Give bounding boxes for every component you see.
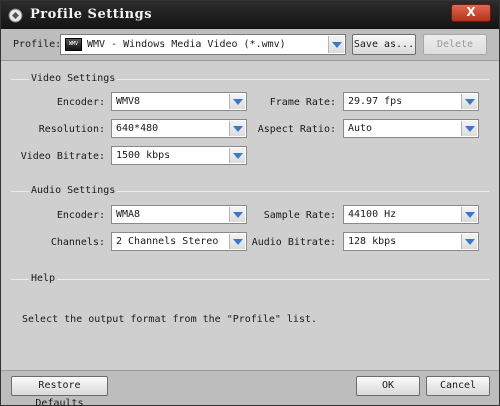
- channels-label: Channels:: [50, 237, 105, 248]
- dialog-footer: Restore Defaults OK Cancel: [1, 370, 499, 406]
- audio-bitrate-dropdown[interactable]: 128 kbps: [343, 232, 479, 251]
- audio-settings-heading: Audio Settings: [29, 185, 118, 196]
- restore-defaults-button[interactable]: Restore Defaults: [11, 376, 108, 406]
- ok-button[interactable]: OK: [356, 376, 420, 396]
- chevron-down-icon[interactable]: [229, 234, 245, 249]
- frame-rate-value: 29.97 fps: [348, 96, 403, 107]
- app-settings-icon: [8, 8, 23, 23]
- chevron-down-icon[interactable]: [229, 94, 245, 109]
- chevron-down-icon[interactable]: [461, 121, 477, 136]
- cancel-button[interactable]: Cancel: [426, 376, 490, 396]
- aspect-ratio-label: Aspect Ratio:: [257, 124, 336, 135]
- chevron-down-icon[interactable]: [229, 207, 245, 222]
- title-bar[interactable]: Profile Settings X: [1, 1, 499, 29]
- profile-value: WMV - Windows Media Video (*.wmv): [87, 39, 286, 50]
- audio-encoder-value: WMA8: [116, 209, 141, 220]
- resolution-value: 640*480: [116, 123, 159, 134]
- resolution-label: Resolution:: [38, 124, 105, 135]
- close-button[interactable]: X: [451, 4, 491, 22]
- audio-bitrate-label: Audio Bitrate:: [251, 237, 336, 248]
- frame-rate-label: Frame Rate:: [269, 97, 336, 108]
- channels-dropdown[interactable]: 2 Channels Stereo: [111, 232, 247, 251]
- wmv-format-icon: WMV: [65, 38, 82, 51]
- video-bitrate-value: 1500 kbps: [116, 150, 171, 161]
- sample-rate-label: Sample Rate:: [263, 210, 336, 221]
- channels-value: 2 Channels Stereo: [116, 236, 219, 247]
- chevron-down-icon[interactable]: [461, 207, 477, 222]
- video-encoder-dropdown[interactable]: WMV8: [111, 92, 247, 111]
- profile-toolbar: Profile: WMV WMV - Windows Media Video (…: [1, 29, 499, 61]
- frame-rate-dropdown[interactable]: 29.97 fps: [343, 92, 479, 111]
- video-encoder-value: WMV8: [116, 96, 141, 107]
- profile-settings-dialog: Profile Settings X Profile: WMV WMV - Wi…: [0, 0, 500, 406]
- chevron-down-icon[interactable]: [328, 36, 344, 53]
- chevron-down-icon[interactable]: [229, 148, 245, 163]
- save-as-button[interactable]: Save as...: [352, 34, 416, 55]
- aspect-ratio-value: Auto: [348, 123, 373, 134]
- profile-label: Profile:: [13, 39, 62, 50]
- profile-dropdown[interactable]: WMV WMV - Windows Media Video (*.wmv): [60, 34, 346, 55]
- delete-button[interactable]: Delete: [423, 34, 487, 55]
- video-bitrate-label: Video Bitrate:: [20, 151, 105, 162]
- sample-rate-value: 44100 Hz: [348, 209, 397, 220]
- sample-rate-dropdown[interactable]: 44100 Hz: [343, 205, 479, 224]
- chevron-down-icon[interactable]: [461, 94, 477, 109]
- audio-encoder-label: Encoder:: [56, 210, 105, 221]
- window-title: Profile Settings: [30, 7, 153, 22]
- audio-encoder-dropdown[interactable]: WMA8: [111, 205, 247, 224]
- chevron-down-icon[interactable]: [461, 234, 477, 249]
- video-encoder-label: Encoder:: [56, 97, 105, 108]
- chevron-down-icon[interactable]: [229, 121, 245, 136]
- audio-bitrate-value: 128 kbps: [348, 236, 397, 247]
- video-settings-heading: Video Settings: [29, 73, 118, 84]
- video-bitrate-dropdown[interactable]: 1500 kbps: [111, 146, 247, 165]
- resolution-dropdown[interactable]: 640*480: [111, 119, 247, 138]
- help-section-divider: [11, 279, 489, 280]
- help-heading: Help: [29, 273, 58, 284]
- aspect-ratio-dropdown[interactable]: Auto: [343, 119, 479, 138]
- help-text: Select the output format from the "Profi…: [22, 314, 318, 325]
